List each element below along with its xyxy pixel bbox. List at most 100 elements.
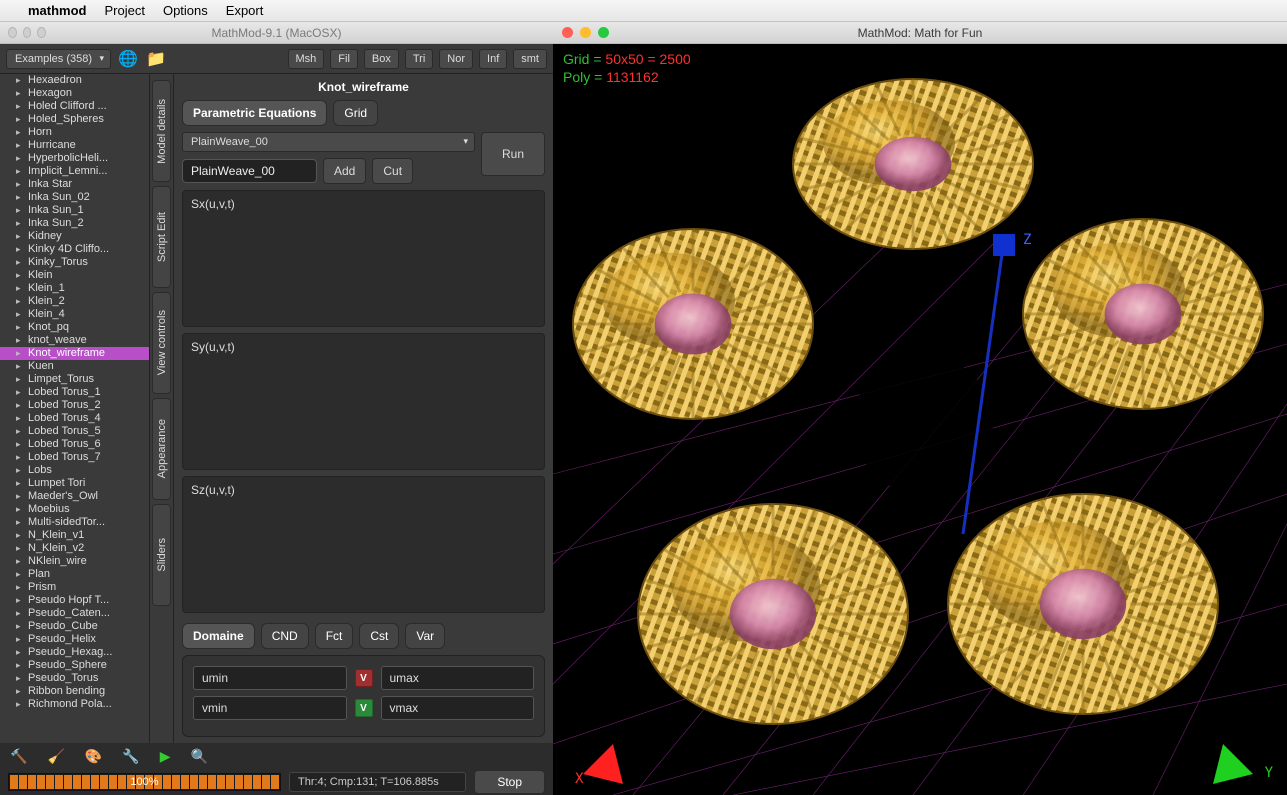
tree-item[interactable]: knot_weave	[0, 334, 149, 347]
tab-cnd[interactable]: CND	[261, 623, 309, 649]
umax-field[interactable]: umax	[381, 666, 535, 690]
inf-button[interactable]: Inf	[479, 49, 507, 69]
tree-item[interactable]: Klein	[0, 269, 149, 282]
tree-item[interactable]: Lobed Torus_2	[0, 399, 149, 412]
tree-item[interactable]: N_Klein_v1	[0, 529, 149, 542]
tree-item[interactable]: Pseudo_Hexag...	[0, 646, 149, 659]
sz-field[interactable]: Sz(u,v,t)	[182, 476, 545, 613]
zoom-window-icon[interactable]	[598, 27, 609, 38]
tree-item[interactable]: Richmond Pola...	[0, 698, 149, 711]
tree-item[interactable]: Hexaedron	[0, 74, 149, 87]
folder-icon[interactable]: 📁	[145, 49, 167, 69]
tree-item[interactable]: Holed_Spheres	[0, 113, 149, 126]
tree-item[interactable]: Knot_pq	[0, 321, 149, 334]
vmin-field[interactable]: vmin	[193, 696, 347, 720]
tree-item[interactable]: Pseudo Hopf T...	[0, 594, 149, 607]
examples-tree[interactable]: HexaedronHexagonHoled Clifford ...Holed_…	[0, 74, 150, 743]
tab-view-controls[interactable]: View controls	[152, 292, 171, 394]
tree-item[interactable]: Implicit_Lemni...	[0, 165, 149, 178]
u-badge-icon[interactable]: V	[355, 669, 373, 687]
tree-item[interactable]: Inka Sun_2	[0, 217, 149, 230]
tab-script-edit[interactable]: Script Edit	[152, 186, 171, 288]
brush-icon[interactable]: 🧹	[47, 748, 64, 765]
tree-item[interactable]: Multi-sidedTor...	[0, 516, 149, 529]
app-name[interactable]: mathmod	[28, 3, 87, 18]
hammer-icon[interactable]: 🔨	[10, 748, 27, 765]
v-badge-icon[interactable]: V	[355, 699, 373, 717]
tree-item[interactable]: Pseudo_Helix	[0, 633, 149, 646]
run-button[interactable]: Run	[481, 132, 545, 176]
close-icon[interactable]	[562, 27, 573, 38]
tree-item[interactable]: Lobed Torus_6	[0, 438, 149, 451]
msh-button[interactable]: Msh	[288, 49, 325, 69]
tree-item[interactable]: Lumpet Tori	[0, 477, 149, 490]
box-button[interactable]: Box	[364, 49, 399, 69]
sx-field[interactable]: Sx(u,v,t)	[182, 190, 545, 327]
tree-item[interactable]: Lobed Torus_5	[0, 425, 149, 438]
tree-item[interactable]: Inka Sun_02	[0, 191, 149, 204]
tab-appearance[interactable]: Appearance	[152, 398, 171, 500]
tree-item[interactable]: Klein_2	[0, 295, 149, 308]
tree-item[interactable]: Limpet_Torus	[0, 373, 149, 386]
umin-field[interactable]: umin	[193, 666, 347, 690]
tree-item[interactable]: Hexagon	[0, 87, 149, 100]
tree-item[interactable]: Inka Star	[0, 178, 149, 191]
traffic-dot[interactable]	[8, 27, 17, 38]
globe-icon[interactable]: 🌐	[117, 49, 139, 69]
cut-button[interactable]: Cut	[372, 158, 413, 184]
vmax-field[interactable]: vmax	[381, 696, 535, 720]
tree-item[interactable]: Kidney	[0, 230, 149, 243]
wrench-icon[interactable]: 🔧	[122, 748, 139, 765]
fil-button[interactable]: Fil	[330, 49, 358, 69]
tab-grid[interactable]: Grid	[333, 100, 378, 126]
menu-options[interactable]: Options	[163, 3, 208, 18]
tab-cst[interactable]: Cst	[359, 623, 399, 649]
viewport-3d[interactable]: Grid = 50x50 = 2500 Poly = 1131162 X Y Z	[553, 44, 1287, 795]
tree-item[interactable]: N_Klein_v2	[0, 542, 149, 555]
tab-model-details[interactable]: Model details	[152, 80, 171, 182]
weave-name-input[interactable]	[182, 159, 317, 183]
traffic-dot[interactable]	[37, 27, 46, 38]
tree-item[interactable]: Knot_wireframe	[0, 347, 149, 360]
stop-button[interactable]: Stop	[474, 770, 545, 794]
tree-item[interactable]: Ribbon bending	[0, 685, 149, 698]
menu-project[interactable]: Project	[105, 3, 145, 18]
tree-item[interactable]: Pseudo_Caten...	[0, 607, 149, 620]
tree-item[interactable]: NKlein_wire	[0, 555, 149, 568]
tree-item[interactable]: Prism	[0, 581, 149, 594]
tab-sliders[interactable]: Sliders	[152, 504, 171, 606]
traffic-dot[interactable]	[23, 27, 32, 38]
smt-button[interactable]: smt	[513, 49, 547, 69]
tri-button[interactable]: Tri	[405, 49, 433, 69]
tree-item[interactable]: Inka Sun_1	[0, 204, 149, 217]
tree-item[interactable]: Moebius	[0, 503, 149, 516]
play-icon[interactable]: ▶	[160, 748, 171, 765]
tree-item[interactable]: Klein_4	[0, 308, 149, 321]
tree-item[interactable]: Lobed Torus_4	[0, 412, 149, 425]
examples-combobox[interactable]: Examples (358)	[6, 49, 111, 69]
zoom-icon[interactable]: 🔍	[191, 748, 208, 765]
tree-item[interactable]: Pseudo_Torus	[0, 672, 149, 685]
tree-item[interactable]: Horn	[0, 126, 149, 139]
tree-item[interactable]: Lobs	[0, 464, 149, 477]
tree-item[interactable]: Kinky 4D Cliffo...	[0, 243, 149, 256]
add-button[interactable]: Add	[323, 158, 366, 184]
tree-item[interactable]: Hurricane	[0, 139, 149, 152]
tree-item[interactable]: Lobed Torus_7	[0, 451, 149, 464]
tree-item[interactable]: Kuen	[0, 360, 149, 373]
weave-select[interactable]: PlainWeave_00	[182, 132, 475, 152]
tree-item[interactable]: Plan	[0, 568, 149, 581]
tab-parametric[interactable]: Parametric Equations	[182, 100, 327, 126]
tree-item[interactable]: Holed Clifford ...	[0, 100, 149, 113]
sy-field[interactable]: Sy(u,v,t)	[182, 333, 545, 470]
tree-item[interactable]: Pseudo_Cube	[0, 620, 149, 633]
tree-item[interactable]: Kinky_Torus	[0, 256, 149, 269]
tab-domaine[interactable]: Domaine	[182, 623, 255, 649]
tree-item[interactable]: Pseudo_Sphere	[0, 659, 149, 672]
menu-export[interactable]: Export	[226, 3, 264, 18]
palette-icon[interactable]: 🎨	[85, 748, 102, 765]
tab-fct[interactable]: Fct	[315, 623, 354, 649]
nor-button[interactable]: Nor	[439, 49, 473, 69]
tree-item[interactable]: Lobed Torus_1	[0, 386, 149, 399]
tree-item[interactable]: Klein_1	[0, 282, 149, 295]
